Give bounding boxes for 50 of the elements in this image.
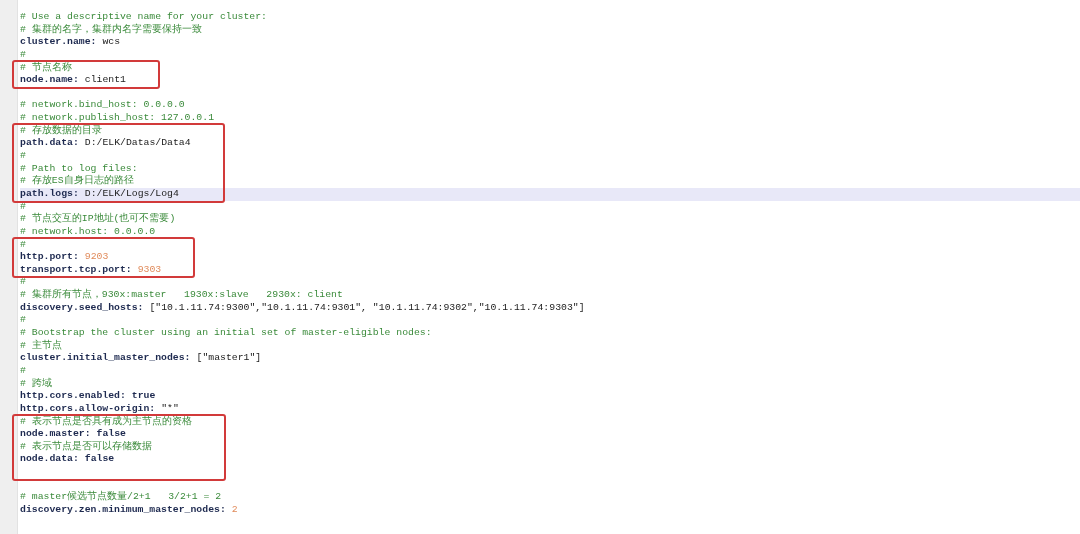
code-comment: # Path to log files: [20, 162, 138, 175]
code-comment: # [20, 200, 26, 214]
setting-value: false [96, 428, 126, 440]
code-comment: # 表示节点是否可以存储数据 [20, 440, 152, 454]
setting-value: ["10.1.11.74:9300","10.1.11.74:9301", "10.1.11.74:9302","10.1.11.74:9303"] [149, 301, 585, 315]
code-comment: # [20, 276, 26, 290]
setting-key: http.cors.allow-origin: [20, 402, 156, 416]
code-comment: # Bootstrap the cluster using an initial set of master-eligible nodes: [20, 327, 432, 339]
code-comment: # 集群所有节点，930x:master 1930x:slave 2930x: client [20, 289, 343, 302]
setting-value: true [131, 390, 156, 403]
setting-value: 9203 [84, 251, 109, 264]
setting-key: http.cors.enabled: [20, 390, 126, 403]
setting-value: wcs [102, 36, 121, 49]
setting-value: client1 [84, 74, 126, 87]
code-comment: # network.bind_host: 0.0.0.0 [20, 99, 185, 113]
setting-key: discovery.seed_hosts: [20, 301, 144, 315]
setting-value: D:/ELK/Datas/Data4 [84, 137, 191, 151]
code-comment: # 存放ES自身日志的路径 [20, 175, 134, 188]
code-comment: # 主节点 [20, 339, 62, 353]
setting-key: cluster.name: [20, 36, 97, 49]
code-comment: # [20, 364, 26, 378]
code-comment: # master候选节点数量/2+1 3/2+1 = 2 [20, 491, 222, 504]
setting-key: node.name: [20, 74, 79, 87]
setting-value: ["master1"] [196, 352, 262, 365]
setting-key: node.master: [20, 428, 91, 441]
code-comment: # 节点交互的IP地址(也可不需要) [20, 213, 176, 226]
code-comment: # 跨域 [20, 377, 52, 391]
code-comment: # network.publish_host: 127.0.0.1 [20, 112, 214, 125]
code-comment: # Use a descriptive name for your cluster: [20, 11, 267, 23]
setting-key: path.data: [20, 137, 79, 151]
code-comment: # 存放数据的目录 [20, 124, 102, 138]
code-comment: # [20, 238, 26, 252]
setting-value: 2 [231, 504, 238, 517]
code-comment: # 表示节点是否具有成为主节点的资格 [20, 415, 192, 429]
setting-key: path.logs: [20, 187, 79, 201]
setting-key: cluster.initial_master_nodes: [20, 352, 191, 365]
setting-key: discovery.zen.minimum_master_nodes: [20, 504, 226, 517]
code-comment: # 节点名称 [20, 61, 72, 75]
code-comment: # [20, 314, 26, 327]
setting-key: node.data: [20, 453, 79, 467]
setting-key: transport.tcp.port: [20, 263, 132, 277]
code-comment: # 集群的名字，集群内名字需要保持一致 [20, 23, 202, 37]
setting-value: D:/ELK/Logs/Log4 [84, 187, 179, 201]
setting-value: "*" [161, 402, 179, 416]
setting-value: false [84, 453, 115, 467]
code-comment: # [20, 48, 26, 62]
code-comment: # [20, 150, 26, 163]
setting-key: http.port: [20, 251, 79, 264]
code-comment: # network.host: 0.0.0.0 [20, 225, 156, 239]
setting-value: 9303 [137, 263, 162, 277]
